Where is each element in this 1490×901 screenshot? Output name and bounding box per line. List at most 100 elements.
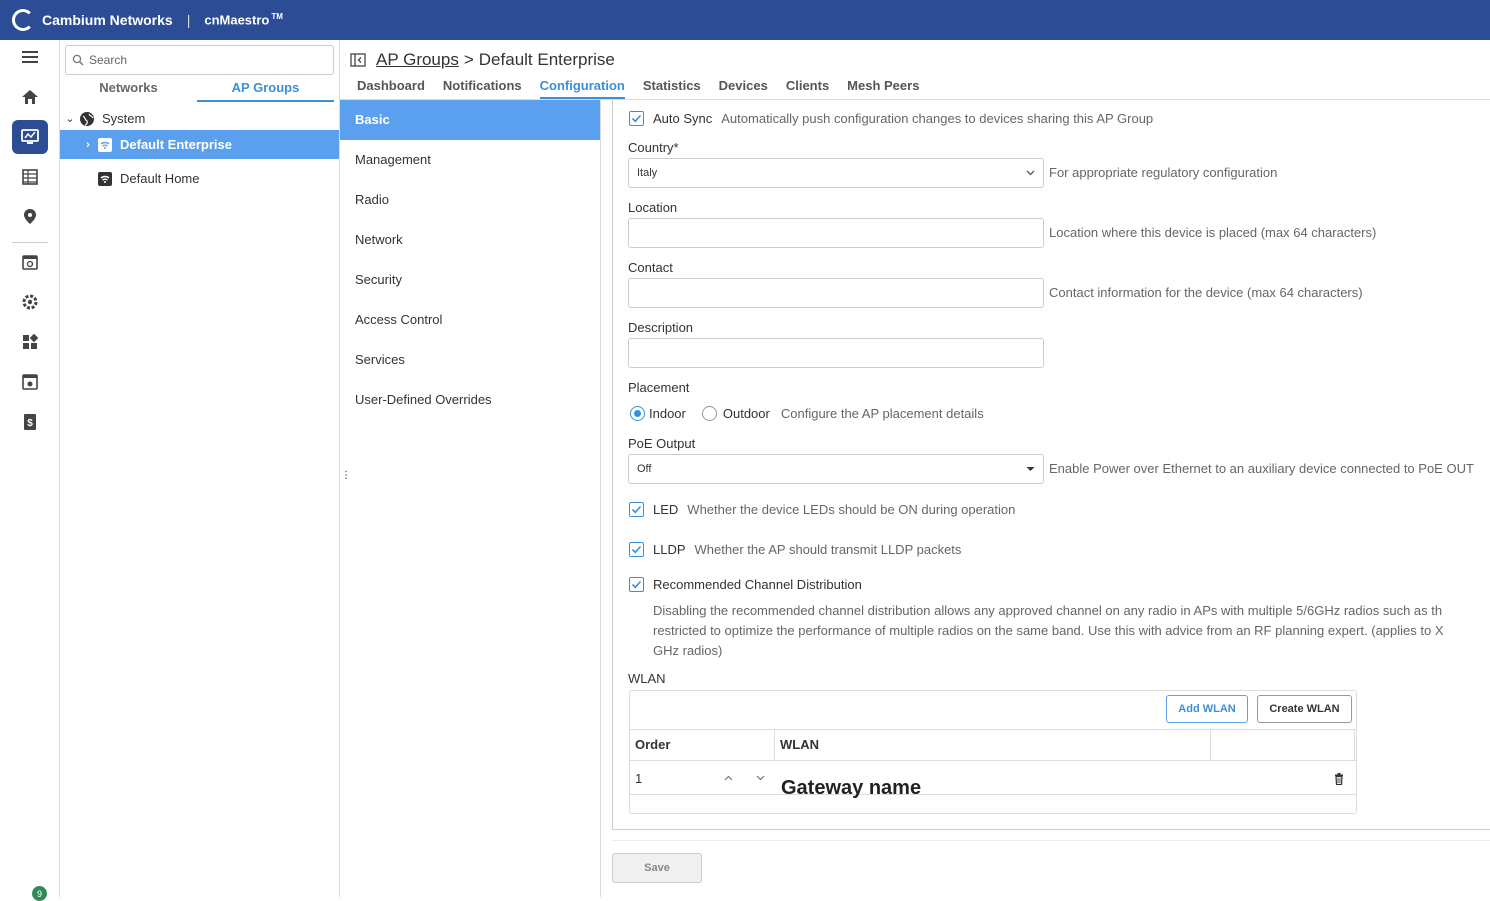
resize-handle-icon[interactable]: ⋮ (341, 470, 351, 481)
row-order: 1 (635, 771, 643, 786)
rcd-row: Recommended Channel Distribution (629, 577, 862, 592)
country-value: Italy (637, 167, 658, 179)
tab-mesh-peers[interactable]: Mesh Peers (847, 78, 919, 99)
contact-label: Contact (628, 260, 673, 275)
cambium-logo-icon (12, 9, 34, 31)
window-settings-icon[interactable] (12, 365, 48, 399)
home-icon[interactable] (12, 80, 48, 114)
tab-clients[interactable]: Clients (786, 78, 829, 99)
wlan-table: Add WLAN Create WLAN Order WLAN 1 Gatewa… (629, 690, 1357, 814)
lldp-checkbox[interactable] (629, 542, 644, 557)
column-wlan[interactable]: WLAN (775, 730, 1211, 760)
trash-icon[interactable] (1334, 773, 1344, 785)
placement-indoor-radio[interactable] (630, 406, 645, 421)
rcd-description: Disabling the recommended channel distri… (653, 603, 1444, 658)
chevron-right-icon[interactable]: › (80, 139, 96, 151)
menu-icon[interactable] (12, 40, 48, 74)
basic-config-form: Auto Sync Automatically push configurati… (612, 100, 1490, 830)
subnav-security[interactable]: Security (340, 260, 600, 300)
description-input[interactable] (628, 338, 1044, 368)
table-icon[interactable] (12, 160, 48, 194)
subnav-access-control[interactable]: Access Control (340, 300, 600, 340)
monitor-icon[interactable] (12, 120, 48, 154)
placement-indoor-label[interactable]: Indoor (649, 406, 686, 421)
tree-node-system[interactable]: ⌄ System (60, 104, 339, 133)
tree-node-default-home[interactable]: Default Home (60, 164, 339, 193)
column-actions (1211, 730, 1355, 760)
tree-panel: Networks AP Groups ⌄ System › Default En… (60, 40, 340, 897)
chevron-down-icon[interactable] (756, 775, 765, 781)
create-wlan-button[interactable]: Create WLAN (1257, 695, 1352, 723)
chevron-down-icon[interactable]: ⌄ (62, 112, 78, 125)
globe-icon (78, 111, 96, 127)
location-pin-icon[interactable] (12, 200, 48, 234)
config-subnav: Basic Management Radio Network Security … (340, 100, 601, 897)
tree-node-label: System (102, 111, 146, 126)
svg-text:$: $ (27, 418, 33, 429)
breadcrumb-current: Default Enterprise (478, 50, 615, 69)
location-label: Location (628, 200, 678, 215)
main-tabs: Dashboard Notifications Configuration St… (357, 78, 937, 99)
form-footer: Save (612, 840, 1490, 892)
led-row: LED Whether the device LEDs should be ON… (629, 502, 1015, 517)
country-hint: For appropriate regulatory configuration (1049, 165, 1278, 180)
poe-output-select[interactable]: Off (628, 454, 1044, 484)
tab-notifications[interactable]: Notifications (443, 78, 522, 99)
brand-name: Cambium Networks (42, 12, 173, 28)
lldp-label: LLDP (653, 542, 686, 557)
chevron-up-icon[interactable] (724, 775, 733, 781)
tree-node-default-enterprise[interactable]: › Default Enterprise (60, 130, 339, 159)
tab-statistics[interactable]: Statistics (643, 78, 701, 99)
breadcrumb-ap-groups[interactable]: AP Groups (376, 50, 459, 70)
save-button[interactable]: Save (612, 853, 702, 883)
tab-devices[interactable]: Devices (719, 78, 768, 99)
billing-icon[interactable]: $ (12, 405, 48, 439)
tab-configuration[interactable]: Configuration (539, 78, 625, 99)
tree-node-label: Default Home (120, 171, 200, 186)
search-icon (72, 54, 84, 66)
tab-ap-groups[interactable]: AP Groups (197, 78, 334, 102)
gear-icon[interactable] (12, 285, 48, 319)
poe-output-value: Off (637, 463, 652, 475)
apps-icon[interactable] (12, 325, 48, 359)
search-input[interactable] (89, 53, 319, 67)
add-wlan-button[interactable]: Add WLAN (1166, 695, 1248, 723)
poe-output-label: PoE Output (628, 436, 696, 451)
country-label: Country* (628, 140, 679, 155)
description-label: Description (628, 320, 694, 335)
contact-input[interactable] (628, 278, 1044, 308)
wlan-label: WLAN (628, 671, 666, 686)
location-input[interactable] (628, 218, 1044, 248)
tab-dashboard[interactable]: Dashboard (357, 78, 425, 99)
led-label: LED (653, 502, 679, 517)
top-bar: Cambium Networks | cnMaestro TM (0, 0, 1490, 40)
country-select[interactable]: Italy (628, 158, 1044, 188)
poe-output-hint: Enable Power over Ethernet to an auxilia… (1049, 461, 1474, 476)
ap-group-icon (96, 137, 114, 153)
led-checkbox[interactable] (629, 502, 644, 517)
collapse-panel-icon[interactable] (350, 53, 366, 67)
subnav-management[interactable]: Management (340, 140, 600, 180)
placement-radio-group: Indoor Outdoor Configure the AP placemen… (630, 406, 984, 421)
column-order[interactable]: Order (630, 730, 775, 760)
calendar-icon[interactable] (12, 245, 48, 279)
auto-sync-checkbox[interactable] (629, 111, 644, 126)
notification-badge[interactable]: 9 (32, 886, 47, 901)
product-name: cnMaestro TM (204, 12, 283, 28)
brand[interactable]: Cambium Networks | cnMaestro TM (12, 9, 283, 31)
breadcrumb-separator: > (463, 50, 474, 69)
subnav-radio[interactable]: Radio (340, 180, 600, 220)
tab-networks[interactable]: Networks (60, 78, 197, 102)
auto-sync-label: Auto Sync (653, 111, 713, 126)
subnav-network[interactable]: Network (340, 220, 600, 260)
subnav-user-defined-overrides[interactable]: User-Defined Overrides (340, 380, 600, 420)
placement-outdoor-radio[interactable] (701, 406, 717, 421)
page-header: AP Groups > Default Enterprise Dashboard… (340, 40, 1490, 100)
subnav-services[interactable]: Services (340, 340, 600, 380)
rail-divider (12, 242, 48, 243)
search-box[interactable] (65, 45, 334, 75)
placement-outdoor-label[interactable]: Outdoor (723, 406, 770, 421)
subnav-basic[interactable]: Basic (340, 100, 600, 140)
rcd-checkbox[interactable] (629, 577, 644, 592)
auto-sync-row: Auto Sync Automatically push configurati… (629, 111, 1153, 126)
